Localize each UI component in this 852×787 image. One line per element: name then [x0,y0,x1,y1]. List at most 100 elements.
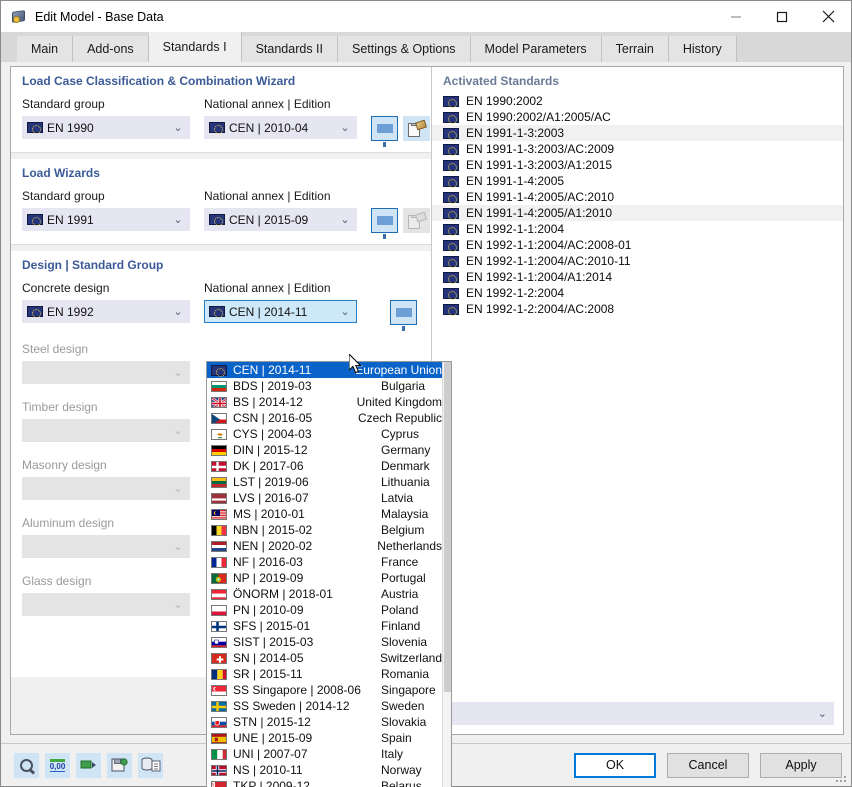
standard-label: EN 1991-1-4:2005 [466,174,565,188]
standard-list-item[interactable]: EN 1990:2002 [432,93,843,109]
steel-design-field: Steel design ⌄ [22,342,190,384]
standard-list-item[interactable]: EN 1992-1-1:2004 [432,221,843,237]
option-code: NS | 2010-11 [233,763,303,777]
dropdown-option[interactable]: SS Sweden | 2014-12 Sweden [207,698,442,714]
dropdown-option[interactable]: MS | 2010-01 Malaysia [207,506,442,522]
tab-settings-options[interactable]: Settings & Options [338,36,471,62]
dropdown-option[interactable]: BS | 2014-12 United Kingdom [207,394,442,410]
dropdown-option[interactable]: LST | 2019-06 Lithuania [207,474,442,490]
option-country: Belgium [381,523,425,537]
dropdown-option[interactable]: TKP | 2009-12 Belarus [207,778,442,787]
dropdown-option[interactable]: BDS | 2019-03 Bulgaria [207,378,442,394]
units-button[interactable]: 0,00 [45,752,70,778]
standard-list-item[interactable]: EN 1991-1-3:2003 [432,125,843,141]
standard-list-item[interactable]: EN 1992-1-2:2004 [432,285,843,301]
standard-list-item[interactable]: EN 1990:2002/A1:2005/AC [432,109,843,125]
standard-label: EN 1990:2002 [466,94,543,108]
filter-button-1991[interactable] [371,208,398,239]
concrete-national-annex-combo[interactable]: CEN | 2014-11 ⌄ [204,300,357,323]
standard-list-item[interactable]: EN 1992-1-2:2004/AC:2008 [432,301,843,317]
dropdown-option[interactable]: ÖNORM | 2018-01 Austria [207,586,442,602]
standards-selector-combo[interactable]: ⌄ [441,702,834,725]
tab-model-parameters[interactable]: Model Parameters [470,36,602,62]
edit-standard-button-1990[interactable] [403,116,430,141]
minimize-button[interactable] [713,1,759,32]
standard-list-item[interactable]: EN 1991-1-4:2005/A1:2010 [432,205,843,221]
tab-history[interactable]: History [668,36,737,62]
dropdown-scrollbar[interactable] [442,362,451,787]
close-button[interactable] [805,1,851,32]
dropdown-option[interactable]: UNI | 2007-07 Italy [207,746,442,762]
gb-flag-icon [211,396,227,408]
dropdown-option[interactable]: NEN | 2020-02 Netherlands [207,538,442,554]
dropdown-option[interactable]: DK | 2017-06 Denmark [207,458,442,474]
standard-list-item[interactable]: EN 1991-1-3:2003/AC:2009 [432,141,843,157]
standard-group-combo-en1991[interactable]: EN 1991 ⌄ [22,208,190,231]
dropdown-option[interactable]: SR | 2015-11 Romania [207,666,442,682]
tab-terrain[interactable]: Terrain [601,36,669,62]
dropdown-option[interactable]: NS | 2010-11 Norway [207,762,442,778]
dropdown-option[interactable]: LVS | 2016-07 Latvia [207,490,442,506]
window-title: Edit Model - Base Data [35,9,164,24]
dropdown-option[interactable]: PN | 2010-09 Poland [207,602,442,618]
dropdown-options[interactable]: CEN | 2014-11 European Union BDS | 2019-03… [207,362,442,787]
national-annex-combo-1990[interactable]: CEN | 2010-04 ⌄ [204,116,357,139]
option-country: Italy [381,747,404,761]
dropdown-option[interactable]: NF | 2016-03 France [207,554,442,570]
dropdown-option[interactable]: CSN | 2016-05 Czech Republic [207,410,442,426]
tab-add-ons[interactable]: Add-ons [73,36,149,62]
standard-list-item[interactable]: EN 1992-1-1:2004/AC:2010-11 [432,253,843,269]
edit-clipboard-icon [407,211,427,229]
standard-list-item[interactable]: EN 1991-1-4:2005 [432,173,843,189]
ok-button[interactable]: OK [574,752,656,778]
database-button[interactable] [138,752,163,778]
pl-flag-icon [211,604,227,616]
standard-list-item[interactable]: EN 1991-1-4:2005/AC:2010 [432,189,843,205]
combo-value: EN 1990 [47,120,94,135]
national-annex-combo-1991[interactable]: CEN | 2015-09 ⌄ [204,208,357,231]
standard-list-item[interactable]: EN 1992-1-1:2004/A1:2014 [432,269,843,285]
standard-list-item[interactable]: EN 1991-1-3:2003/A1:2015 [432,157,843,173]
import-button[interactable] [76,752,101,778]
national-annex-dropdown-list[interactable]: CEN | 2014-11 European Union BDS | 2019-03… [206,361,452,787]
at-flag-icon [211,588,227,600]
option-code: SS Singapore | 2008-06 [233,683,361,697]
dropdown-option[interactable]: SN | 2014-05 Switzerland [207,650,442,666]
eu-flag-icon [209,306,225,318]
option-code: NBN | 2015-02 [233,523,313,537]
resize-grip[interactable] [836,772,848,784]
save-settings-button[interactable] [107,752,132,778]
eu-flag-icon [443,175,459,188]
activated-standards-list[interactable]: EN 1990:2002 EN 1990:2002/A1:2005/AC EN 19… [432,93,843,694]
dropdown-option[interactable]: DIN | 2015-12 Germany [207,442,442,458]
timber-design-field: Timber design ⌄ [22,400,190,442]
concrete-design-combo[interactable]: EN 1992 ⌄ [22,300,190,323]
dropdown-option[interactable]: STN | 2015-12 Slovakia [207,714,442,730]
dropdown-option[interactable]: CYS | 2004-03 Cyprus [207,426,442,442]
tab-main[interactable]: Main [17,36,74,62]
dropdown-option[interactable]: SIST | 2015-03 Slovenia [207,634,442,650]
group-title: Design | Standard Group [22,258,164,272]
right-column: Activated Standards EN 1990:2002 EN 1990:… [431,67,843,734]
apply-button[interactable]: Apply [760,752,842,778]
filter-button-1992[interactable] [390,300,417,331]
cancel-button[interactable]: Cancel [667,752,749,778]
dropdown-option[interactable]: SFS | 2015-01 Finland [207,618,442,634]
option-code: DIN | 2015-12 [233,443,308,457]
standard-group-combo-en1990[interactable]: EN 1990 ⌄ [22,116,190,139]
help-button[interactable] [14,752,39,778]
tab-standards-ii[interactable]: Standards II [241,36,338,62]
dropdown-option[interactable]: NBN | 2015-02 Belgium [207,522,442,538]
standard-label: EN 1991-1-3:2003 [466,126,565,140]
scrollbar-thumb[interactable] [444,362,451,692]
option-code: CSN | 2016-05 [233,411,313,425]
dropdown-option[interactable]: UNE | 2015-09 Spain [207,730,442,746]
dropdown-option[interactable]: CEN | 2014-11 European Union [207,362,442,378]
filter-button-1990[interactable] [371,116,398,147]
tab-standards-i[interactable]: Standards I [148,32,242,62]
maximize-button[interactable] [759,1,805,32]
units-icon: 0,00 [49,758,66,772]
dropdown-option[interactable]: NP | 2019-09 Portugal [207,570,442,586]
dropdown-option[interactable]: SS Singapore | 2008-06 Singapore [207,682,442,698]
standard-list-item[interactable]: EN 1992-1-1:2004/AC:2008-01 [432,237,843,253]
